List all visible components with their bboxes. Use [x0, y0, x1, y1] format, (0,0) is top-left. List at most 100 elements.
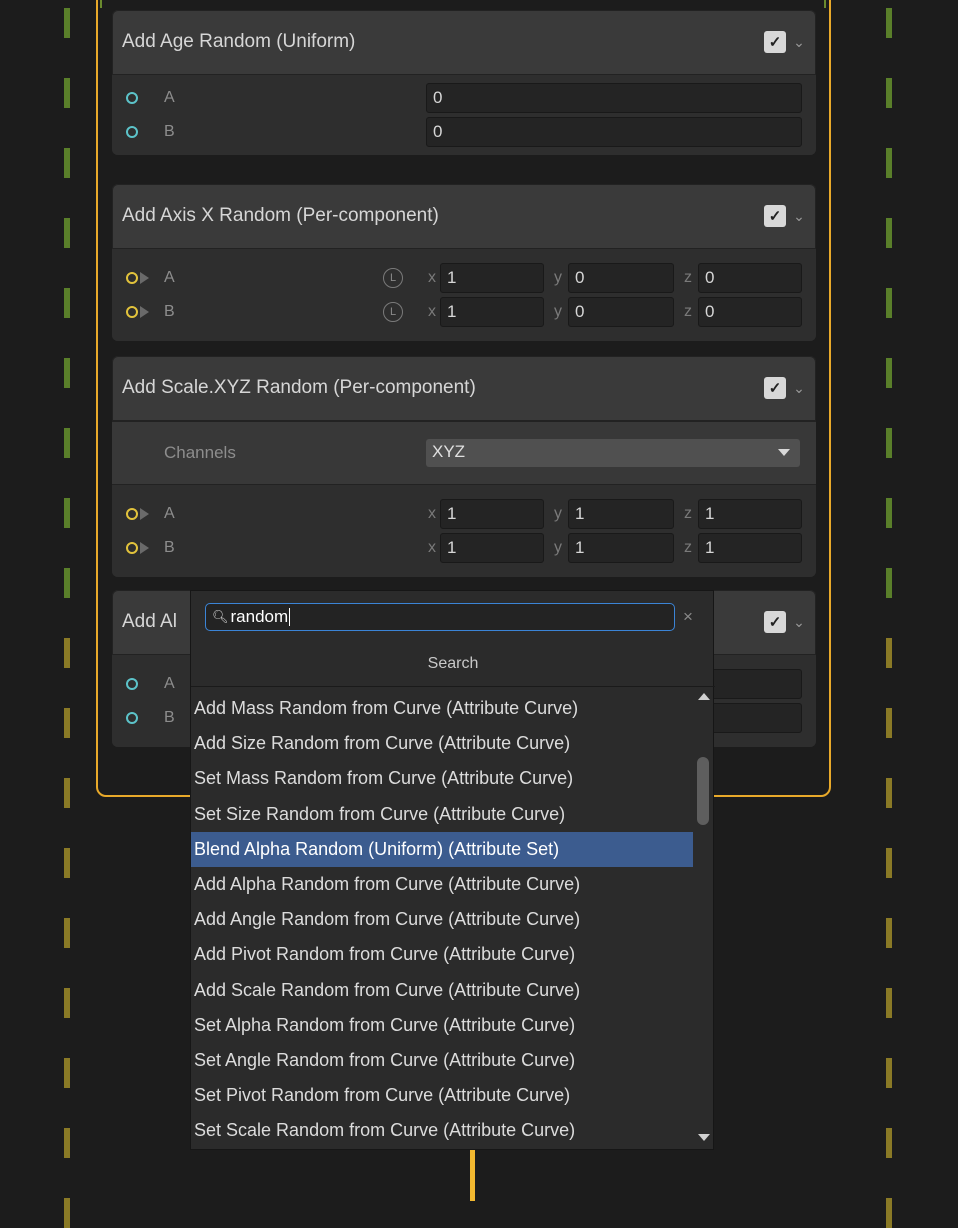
- wire-dash: [64, 918, 70, 948]
- space-local-icon[interactable]: L: [383, 302, 403, 322]
- z-field[interactable]: 0: [698, 263, 802, 293]
- search-result-item[interactable]: Add Scale Random from Curve (Attribute C…: [191, 973, 693, 1008]
- wire-dash: [886, 988, 892, 1018]
- expand-arrow-icon[interactable]: [140, 542, 149, 554]
- search-result-item[interactable]: Add Size Random from Curve (Attribute Cu…: [191, 726, 693, 761]
- search-result-item[interactable]: Set Pivot Random from Curve (Attribute C…: [191, 1078, 693, 1113]
- block-header[interactable]: Add Scale.XYZ Random (Per-component) ✓ ⌄: [112, 356, 816, 421]
- wire-dash: [64, 848, 70, 878]
- input-label: B: [164, 303, 175, 320]
- vector-port-icon[interactable]: [126, 508, 138, 520]
- enable-checkbox[interactable]: ✓: [764, 205, 786, 227]
- wire-dash: [64, 8, 70, 38]
- x-field[interactable]: 1: [440, 263, 544, 293]
- expand-arrow-icon[interactable]: [140, 272, 149, 284]
- clear-search-icon[interactable]: ×: [683, 607, 693, 627]
- flow-wire: [470, 1150, 475, 1201]
- block-add-axis-x-random[interactable]: Add Axis X Random (Per-component) ✓ ⌄ A …: [112, 184, 816, 341]
- search-result-item[interactable]: Add Angle Random from Curve (Attribute C…: [191, 902, 693, 937]
- axis-label-z: z: [684, 505, 692, 522]
- input-label: B: [164, 123, 175, 140]
- search-popup: 🔍︎ random × Search Add Mass Random from …: [190, 590, 715, 1150]
- search-result-item[interactable]: Add Mass Random from Curve (Attribute Cu…: [191, 691, 693, 726]
- wire-dash: [886, 848, 892, 878]
- right-dashed-wire: [886, 0, 892, 1228]
- wire-dash: [64, 568, 70, 598]
- y-field[interactable]: 0: [568, 263, 674, 293]
- block-header[interactable]: Add Axis X Random (Per-component) ✓ ⌄: [112, 184, 816, 249]
- scroll-up-icon[interactable]: [698, 693, 710, 700]
- y-field[interactable]: 1: [568, 533, 674, 563]
- block-add-scale-xyz-random[interactable]: Add Scale.XYZ Random (Per-component) ✓ ⌄…: [112, 356, 816, 577]
- block-title: Add Scale.XYZ Random (Per-component): [122, 377, 476, 398]
- z-field[interactable]: 1: [698, 533, 802, 563]
- input-label: A: [164, 89, 175, 106]
- search-result-item[interactable]: Set Scale Random from Curve (Attribute C…: [191, 1113, 693, 1148]
- search-result-item[interactable]: Add Alpha Random from Curve (Attribute C…: [191, 867, 693, 902]
- search-result-item[interactable]: Set Angle Random from Curve (Attribute C…: [191, 1043, 693, 1078]
- enable-checkbox[interactable]: ✓: [764, 31, 786, 53]
- float-port-icon[interactable]: [126, 712, 138, 724]
- expand-arrow-icon[interactable]: [140, 508, 149, 520]
- z-field[interactable]: 1: [698, 499, 802, 529]
- block-header[interactable]: Add Age Random (Uniform) ✓ ⌄: [112, 10, 816, 75]
- expand-arrow-icon[interactable]: [140, 306, 149, 318]
- wire-dash: [64, 78, 70, 108]
- axis-label-y: y: [554, 505, 562, 522]
- wire-dash: [886, 428, 892, 458]
- enable-checkbox[interactable]: ✓: [764, 377, 786, 399]
- value-field[interactable]: 0: [426, 83, 802, 113]
- axis-label-y: y: [554, 269, 562, 286]
- wire-dash: [64, 218, 70, 248]
- float-port-icon[interactable]: [126, 92, 138, 104]
- wire-dash: [886, 1198, 892, 1228]
- y-field[interactable]: 0: [568, 297, 674, 327]
- block-title: Add Age Random (Uniform): [122, 31, 356, 52]
- x-field[interactable]: 1: [440, 297, 544, 327]
- chevron-down-icon[interactable]: ⌄: [792, 208, 806, 225]
- left-dashed-wire: [64, 0, 70, 1228]
- wire-dash: [886, 498, 892, 528]
- search-result-item[interactable]: Set Size Random from Curve (Attribute Cu…: [191, 797, 693, 832]
- results-scrollbar[interactable]: [693, 687, 713, 1149]
- input-label: A: [164, 675, 175, 692]
- y-field[interactable]: 1: [568, 499, 674, 529]
- value-field[interactable]: 0: [426, 117, 802, 147]
- chevron-down-icon[interactable]: ⌄: [792, 614, 806, 631]
- x-field[interactable]: 1: [440, 533, 544, 563]
- wire-dash: [64, 428, 70, 458]
- channels-dropdown[interactable]: XYZ: [426, 439, 800, 467]
- wire-dash: [64, 1198, 70, 1228]
- x-field[interactable]: 1: [440, 499, 544, 529]
- search-results-list: Add Mass Random from Curve (Attribute Cu…: [191, 687, 693, 1149]
- scroll-down-icon[interactable]: [698, 1134, 710, 1141]
- wire-dash: [886, 638, 892, 668]
- vector-port-icon[interactable]: [126, 272, 138, 284]
- wire-dash: [64, 1058, 70, 1088]
- float-port-icon[interactable]: [126, 126, 138, 138]
- search-result-item[interactable]: Set Mass Random from Curve (Attribute Cu…: [191, 761, 693, 796]
- vector-port-icon[interactable]: [126, 542, 138, 554]
- search-result-item[interactable]: Set Alpha Random from Curve (Attribute C…: [191, 1008, 693, 1043]
- search-input[interactable]: 🔍︎ random: [205, 603, 675, 631]
- axis-label-y: y: [554, 539, 562, 556]
- channels-setting: Channels XYZ: [112, 421, 816, 484]
- vector-port-icon[interactable]: [126, 306, 138, 318]
- wire-dash: [886, 218, 892, 248]
- wire-dash: [886, 778, 892, 808]
- wire-dash: [886, 148, 892, 178]
- chevron-down-icon[interactable]: ⌄: [792, 380, 806, 397]
- float-port-icon[interactable]: [126, 678, 138, 690]
- wire-dash: [886, 78, 892, 108]
- enable-checkbox[interactable]: ✓: [764, 611, 786, 633]
- scroll-thumb[interactable]: [697, 757, 709, 825]
- block-add-age-random[interactable]: Add Age Random (Uniform) ✓ ⌄ A 0 B 0: [112, 10, 816, 155]
- wire-dash: [886, 1128, 892, 1158]
- search-result-item[interactable]: Blend Alpha Random (Uniform) (Attribute …: [191, 831, 693, 867]
- chevron-down-icon[interactable]: ⌄: [792, 34, 806, 51]
- wire-dash: [886, 288, 892, 318]
- space-local-icon[interactable]: L: [383, 268, 403, 288]
- z-field[interactable]: 0: [698, 297, 802, 327]
- search-result-item[interactable]: Add Pivot Random from Curve (Attribute C…: [191, 937, 693, 972]
- input-row-b: B L x 1 y 0 z 0: [112, 295, 816, 329]
